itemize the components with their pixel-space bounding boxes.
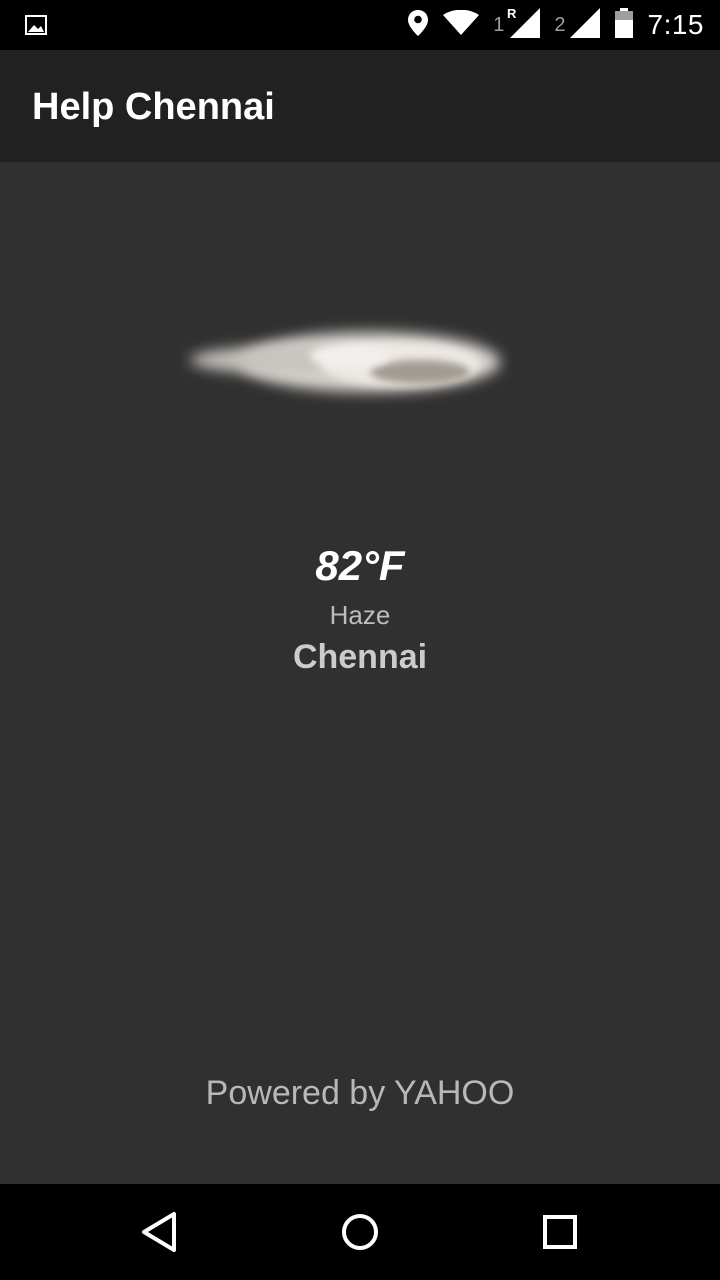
app-title: Help Chennai xyxy=(32,86,275,128)
home-button[interactable] xyxy=(336,1208,384,1256)
navigation-bar xyxy=(0,1184,720,1280)
image-notification-icon xyxy=(24,13,48,37)
status-icons: 1R 2 7:15 xyxy=(393,0,704,50)
wifi-icon xyxy=(443,9,480,41)
weather-condition: Haze xyxy=(329,600,391,630)
home-icon xyxy=(336,1214,384,1260)
status-bar: 1R 2 7:15 xyxy=(0,0,720,50)
weather-panel: 82°F Haze Chennai Powered by YAHOO xyxy=(0,162,720,1184)
location-icon xyxy=(407,9,429,42)
battery-icon xyxy=(614,7,634,43)
back-button[interactable] xyxy=(136,1208,184,1256)
powered-by-label: Powered by YAHOO xyxy=(205,1074,515,1112)
signal-icon xyxy=(569,7,600,43)
status-clock: 7:15 xyxy=(647,9,704,40)
app-bar: Help Chennai xyxy=(0,50,720,162)
sim2-label: 2 xyxy=(554,13,566,36)
roaming-indicator: R xyxy=(506,5,517,21)
city-name: Chennai xyxy=(292,638,428,676)
recents-icon xyxy=(536,1215,584,1260)
cloud-icon xyxy=(180,312,520,412)
recents-button[interactable] xyxy=(536,1208,584,1256)
temperature: 82°F xyxy=(315,542,405,589)
back-icon xyxy=(136,1212,184,1260)
sim1-label: 1R xyxy=(493,5,517,36)
